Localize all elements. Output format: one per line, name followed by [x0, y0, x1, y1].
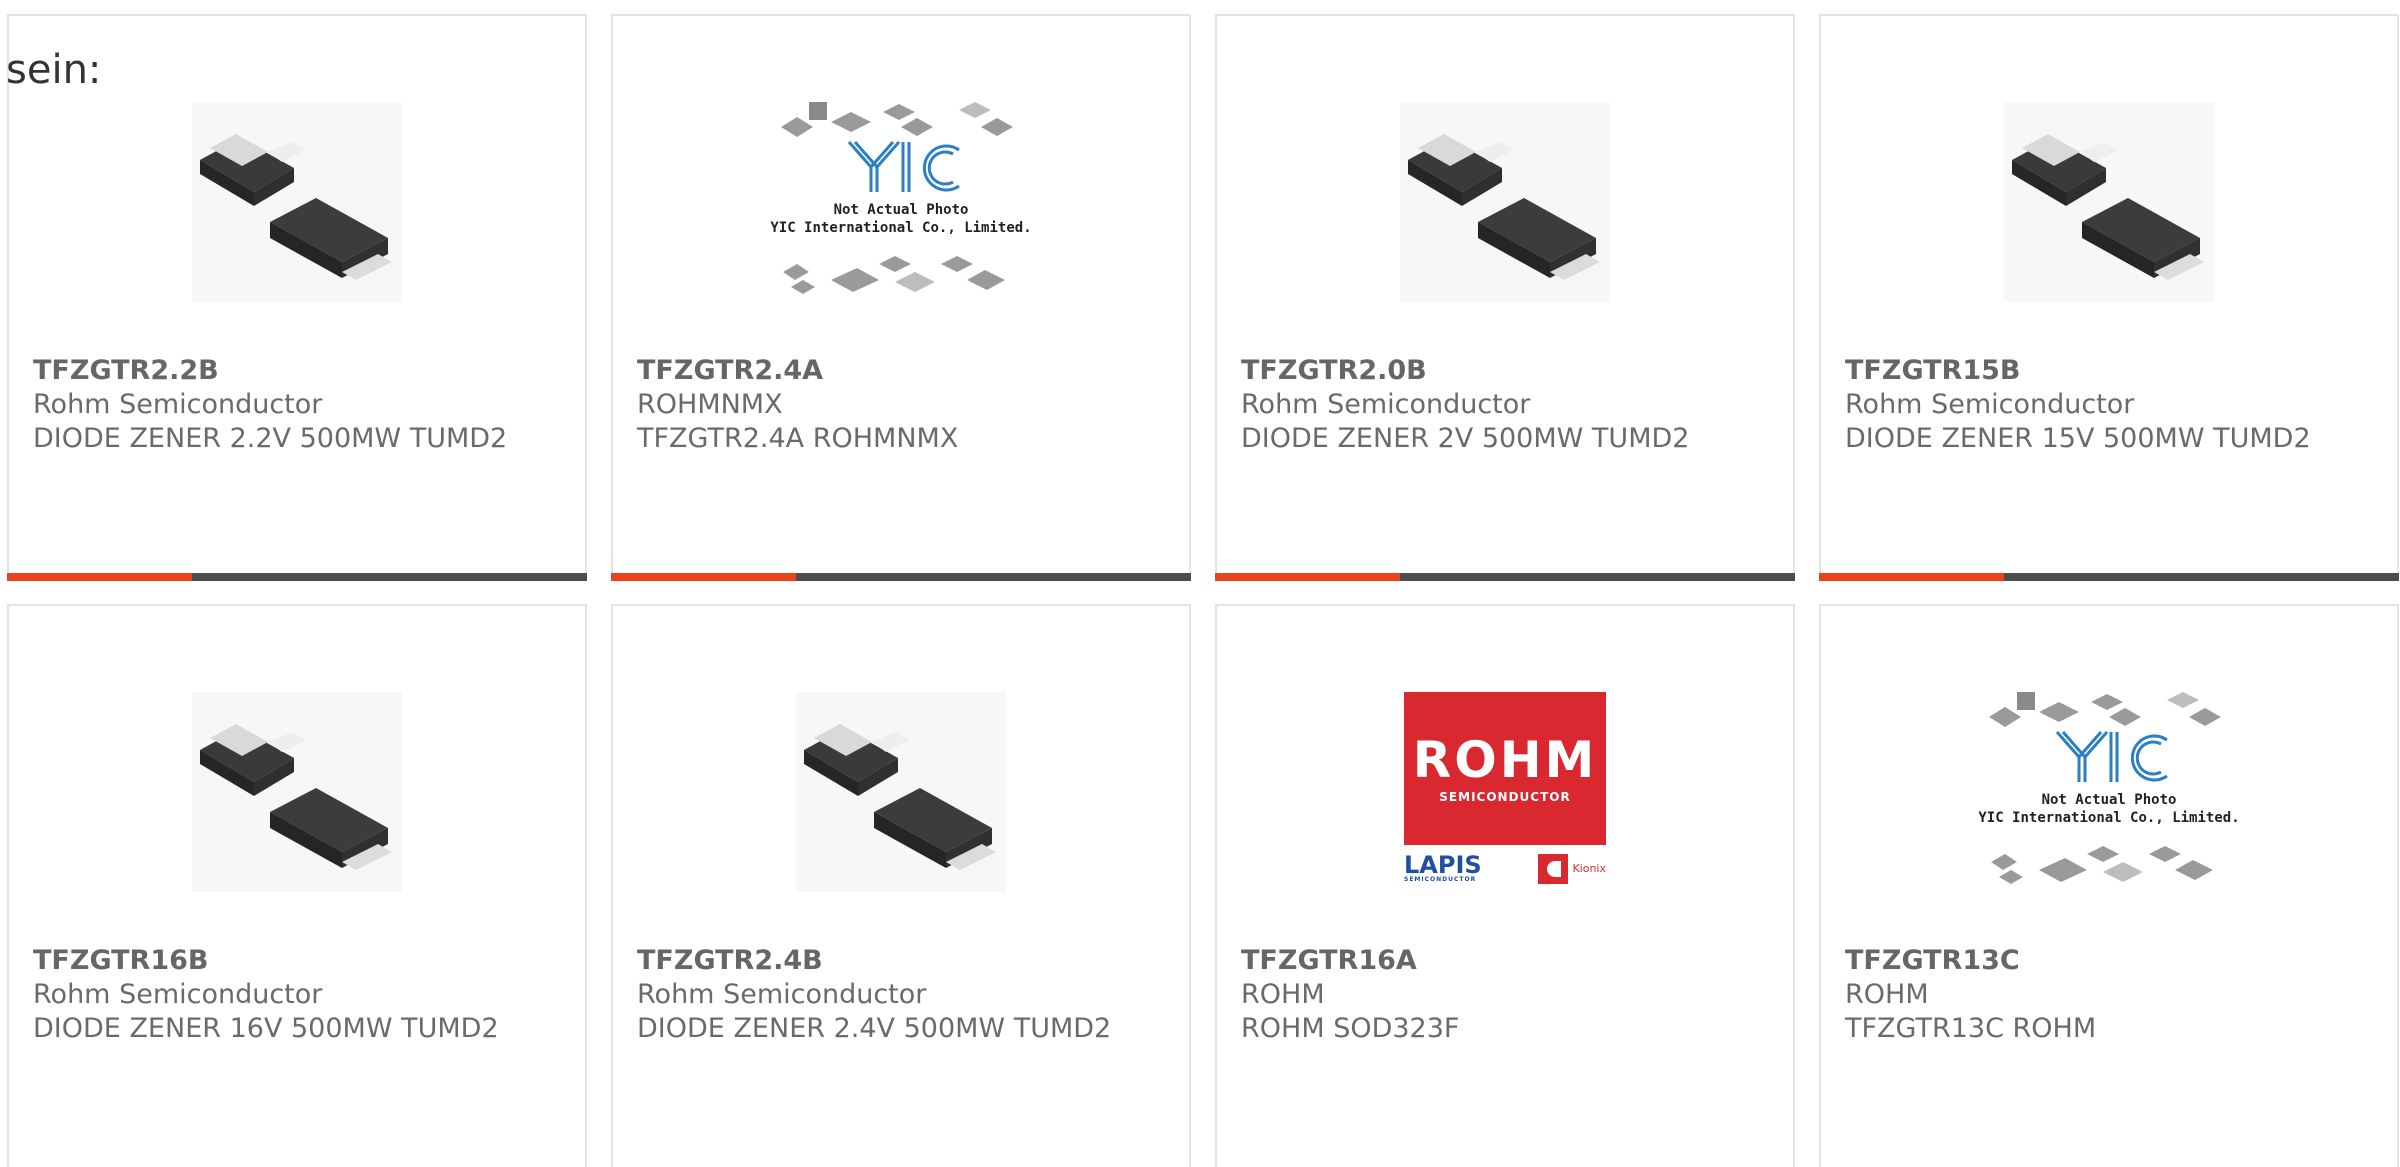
yic-caption-line2: YIC International Co., Limited. [770, 220, 1031, 236]
product-description: DIODE ZENER 16V 500MW TUMD2 [33, 1013, 499, 1044]
card-accent-bar [1819, 573, 2399, 581]
diode-package-image [1400, 102, 1610, 302]
card-accent-bar [7, 573, 587, 581]
product-description: TFZGTR2.4A ROHMNMX [637, 423, 959, 454]
part-number-link[interactable]: TFZGTR13C [1845, 944, 2373, 978]
product-description: DIODE ZENER 2.4V 500MW TUMD2 [637, 1013, 1112, 1044]
product-card[interactable]: TFZGTR2.0B Rohm Semiconductor DIODE ZENE… [1215, 14, 1795, 581]
lapis-logo: LAPIS SEMICONDUCTOR [1404, 850, 1482, 884]
product-card[interactable]: Not Actual Photo YIC International Co., … [611, 14, 1191, 581]
rohm-logo-group-brands: LAPIS SEMICONDUCTOR Kionix [1404, 845, 1606, 892]
part-number-link[interactable]: TFZGTR2.4A [637, 354, 1165, 388]
part-number-link[interactable]: TFZGTR2.0B [1241, 354, 1769, 388]
kionix-logo: Kionix [1538, 853, 1606, 884]
intro-text: sein: [6, 47, 102, 93]
product-image[interactable] [157, 82, 437, 322]
yic-caption-line1: Not Actual Photo [2042, 792, 2177, 808]
rohm-logo-word: ROHM [1412, 731, 1598, 789]
chip-row-bottom [783, 256, 1005, 294]
rohm-logo-image: ROHM SEMICONDUCTOR LAPIS SEMICONDUCTOR K… [1404, 692, 1606, 892]
product-card[interactable]: TFZGTR15B Rohm Semiconductor DIODE ZENER… [1819, 14, 2399, 581]
manufacturer-name: Rohm Semiconductor [1241, 389, 1531, 420]
manufacturer-name: Rohm Semiconductor [33, 979, 323, 1010]
manufacturer-name: Rohm Semiconductor [637, 979, 927, 1010]
product-description: DIODE ZENER 2.2V 500MW TUMD2 [33, 423, 508, 454]
product-image[interactable]: Not Actual Photo YIC International Co., … [1969, 672, 2249, 912]
part-number-link[interactable]: TFZGTR2.4B [637, 944, 1165, 978]
product-grid: TFZGTR2.2B Rohm Semiconductor DIODE ZENE… [7, 14, 2400, 1167]
rohm-logo-sub: SEMICONDUCTOR [1439, 790, 1571, 804]
product-info: TFZGTR16A ROHM ROHM SOD323F [1241, 944, 1769, 1046]
product-description: DIODE ZENER 15V 500MW TUMD2 [1845, 423, 2311, 454]
diode-package-image [796, 692, 1006, 892]
card-accent-bar [611, 573, 1191, 581]
product-image[interactable] [1969, 82, 2249, 322]
rohm-logo-block: ROHM SEMICONDUCTOR [1404, 692, 1606, 845]
lapis-logo-sub: SEMICONDUCTOR [1404, 875, 1477, 883]
kionix-logo-word: Kionix [1572, 862, 1606, 875]
product-image[interactable]: Not Actual Photo YIC International Co., … [761, 82, 1041, 322]
yic-placeholder-image: Not Actual Photo YIC International Co., … [1978, 692, 2240, 884]
part-number-link[interactable]: TFZGTR15B [1845, 354, 2373, 388]
part-number-link[interactable]: TFZGTR2.2B [33, 354, 561, 388]
product-description: TFZGTR13C ROHM [1845, 1013, 2097, 1044]
card-accent-bar [1215, 573, 1795, 581]
yic-caption-line1: Not Actual Photo [834, 202, 969, 218]
product-image[interactable] [1365, 82, 1645, 322]
card-accent-highlight [1215, 573, 1400, 581]
diode-package-image [192, 102, 402, 302]
diode-package-image [2004, 102, 2214, 302]
part-number-link[interactable]: TFZGTR16B [33, 944, 561, 978]
product-image[interactable] [157, 672, 437, 912]
manufacturer-name: ROHM [1845, 979, 1929, 1010]
product-info: TFZGTR2.4B Rohm Semiconductor DIODE ZENE… [637, 944, 1165, 1046]
product-card[interactable]: TFZGTR2.4B Rohm Semiconductor DIODE ZENE… [611, 604, 1191, 1167]
yic-caption-line2: YIC International Co., Limited. [1978, 810, 2239, 826]
chip-row-bottom [1991, 846, 2213, 884]
yic-placeholder-image: Not Actual Photo YIC International Co., … [770, 102, 1032, 294]
product-card[interactable]: ROHM SEMICONDUCTOR LAPIS SEMICONDUCTOR K… [1215, 604, 1795, 1167]
product-image[interactable]: ROHM SEMICONDUCTOR LAPIS SEMICONDUCTOR K… [1365, 672, 1645, 912]
manufacturer-name: ROHMNMX [637, 389, 783, 420]
product-card[interactable]: TFZGTR16B Rohm Semiconductor DIODE ZENER… [7, 604, 587, 1167]
card-accent-highlight [1819, 573, 2004, 581]
product-info: TFZGTR15B Rohm Semiconductor DIODE ZENER… [1845, 354, 2373, 456]
product-info: TFZGTR13C ROHM TFZGTR13C ROHM [1845, 944, 2373, 1046]
manufacturer-name: Rohm Semiconductor [1845, 389, 2135, 420]
product-info: TFZGTR16B Rohm Semiconductor DIODE ZENER… [33, 944, 561, 1046]
yic-logo-icon [2055, 731, 2168, 782]
kionix-icon [1538, 853, 1569, 884]
manufacturer-name: Rohm Semiconductor [33, 389, 323, 420]
chip-row-top [781, 102, 1013, 137]
part-number-link[interactable]: TFZGTR16A [1241, 944, 1769, 978]
product-image[interactable] [761, 672, 1041, 912]
diode-package-image [192, 692, 402, 892]
product-info: TFZGTR2.2B Rohm Semiconductor DIODE ZENE… [33, 354, 561, 456]
chip-row-top [1989, 692, 2221, 727]
card-accent-highlight [611, 573, 796, 581]
card-accent-highlight [7, 573, 192, 581]
product-card[interactable]: Not Actual Photo YIC International Co., … [1819, 604, 2399, 1167]
product-info: TFZGTR2.0B Rohm Semiconductor DIODE ZENE… [1241, 354, 1769, 456]
product-description: ROHM SOD323F [1241, 1013, 1460, 1044]
lapis-logo-word: LAPIS [1404, 850, 1482, 879]
yic-logo-icon [847, 141, 960, 192]
product-description: DIODE ZENER 2V 500MW TUMD2 [1241, 423, 1690, 454]
product-info: TFZGTR2.4A ROHMNMX TFZGTR2.4A ROHMNMX [637, 354, 1165, 456]
manufacturer-name: ROHM [1241, 979, 1325, 1010]
product-grid-page: sein: TFZGTR2.2B Rohm Semiconductor DIOD… [0, 0, 2400, 1167]
